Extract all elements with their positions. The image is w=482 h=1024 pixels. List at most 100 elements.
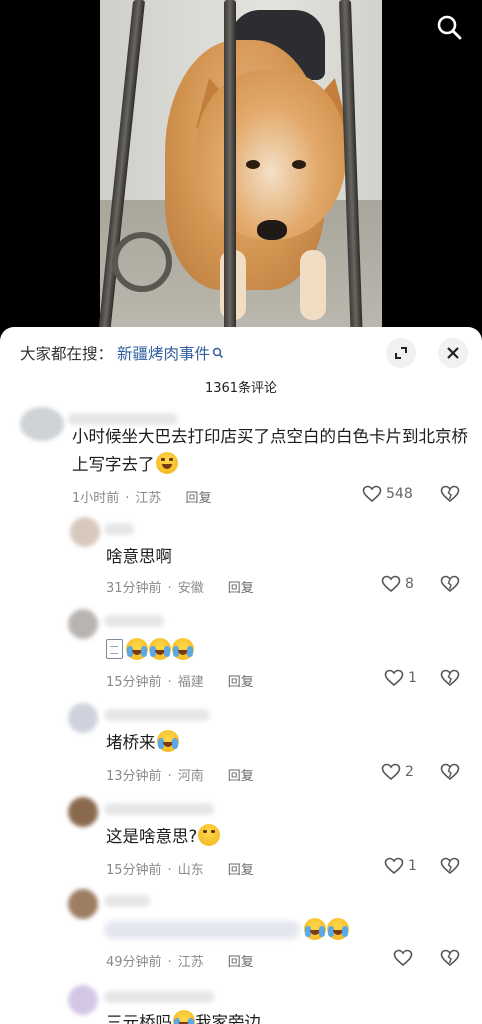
dog-leg-right [300,250,326,320]
comment-location: 安徽 [177,581,204,596]
comment-meta: 49分钟前 · 江苏 回复 [106,955,254,970]
crying-emoji [126,638,148,660]
expand-icon [395,347,407,359]
dislike-button[interactable] [440,949,460,971]
broken-heart-icon [440,575,460,593]
search-suggestion[interactable]: 大家都在搜： 新疆烤肉事件 [20,342,224,364]
avatar[interactable] [68,703,98,733]
like-button[interactable] [393,949,417,967]
comment-text [104,917,349,945]
crying-emoji [327,918,349,940]
grin-emoji [155,452,178,474]
comment-meta: 1小时前 · 江苏 回复 [72,491,212,506]
crying-emoji [149,638,171,660]
username[interactable] [104,709,210,721]
username[interactable] [104,615,164,627]
crying-emoji [156,730,179,752]
reply-button[interactable]: 回复 [228,581,254,596]
broken-heart-icon [440,857,460,875]
crying-emoji [173,1010,195,1024]
heart-icon [393,949,413,967]
blurred-text [104,921,300,939]
username[interactable] [104,991,214,1003]
comment-time: 15分钟前 [106,863,162,878]
document-icon [106,639,123,659]
fence-bar [224,0,236,345]
username[interactable] [104,523,134,535]
avatar[interactable] [20,407,64,441]
comment-meta: 15分钟前 · 山东 回复 [106,863,254,878]
like-count: 8 [405,576,414,592]
username[interactable] [104,803,214,815]
reply-button[interactable]: 回复 [228,955,254,970]
comment-text: 三元桥吗 我家旁边 [106,1009,261,1024]
like-button[interactable]: 1 [384,857,417,875]
search-small-icon [212,347,224,359]
comment-location: 江苏 [135,491,162,506]
reply-button[interactable]: 回复 [228,769,254,784]
search-suggestion-keyword[interactable]: 新疆烤肉事件 [117,342,210,364]
comment-text [106,637,194,665]
heart-icon [384,857,404,875]
heart-icon [362,485,382,503]
avatar[interactable] [70,517,100,547]
avatar[interactable] [68,797,98,827]
comment-sheet: 大家都在搜： 新疆烤肉事件 1361条评论 小时候坐大巴去打印店买了点空白的白色… [0,327,482,1024]
dog-head-image [196,70,346,240]
broken-heart-icon [440,949,460,967]
surprised-emoji [198,824,221,846]
like-button[interactable]: 8 [381,575,414,593]
reply-button[interactable]: 回复 [228,863,254,878]
broken-heart-icon [440,485,460,503]
comment-text: 堵桥来 [106,729,179,757]
broken-heart-icon [440,763,460,781]
heart-icon [381,575,401,593]
comment-time: 31分钟前 [106,581,162,596]
like-count: 548 [386,486,413,502]
video-player[interactable] [0,0,482,345]
fence-ring [112,232,172,292]
dog-nose [257,220,287,240]
close-icon [447,347,459,359]
dislike-button[interactable] [440,763,460,785]
comment-text: 这是啥意思? [106,823,221,851]
comment-location: 福建 [177,675,204,690]
comment-text: 小时候坐大巴去打印店买了点空白的白色卡片到北京桥上写字去了 [72,427,468,474]
comment-time: 13分钟前 [106,769,162,784]
search-button[interactable] [432,10,466,44]
dislike-button[interactable] [440,575,460,597]
comment-meta: 31分钟前 · 安徽 回复 [106,581,254,596]
reply-button[interactable]: 回复 [185,491,211,506]
dog-eye-left [246,160,260,169]
comment-time: 1小时前 [72,491,120,506]
comment-count: 1361条评论 [204,381,278,396]
broken-heart-icon [440,669,460,687]
dislike-button[interactable] [440,857,460,879]
avatar[interactable] [68,985,98,1015]
heart-icon [381,763,401,781]
comment-location: 山东 [177,863,204,878]
close-button[interactable] [438,338,468,368]
like-button[interactable]: 1 [384,669,417,687]
comment-location: 河南 [177,769,204,784]
comment-text: 啥意思啊 [106,547,172,566]
dislike-button[interactable] [440,669,460,691]
search-icon [437,15,462,40]
comment-meta: 15分钟前 · 福建 回复 [106,675,254,690]
like-button[interactable]: 548 [362,485,413,503]
heart-icon [384,669,404,687]
dog-eye-right [292,160,306,169]
avatar[interactable] [68,889,98,919]
reply-button[interactable]: 回复 [228,675,254,690]
expand-button[interactable] [386,338,416,368]
like-count: 2 [405,764,414,780]
search-suggestion-prefix: 大家都在搜： [20,345,114,363]
comment-meta: 13分钟前 · 河南 回复 [106,769,254,784]
dislike-button[interactable] [440,485,460,507]
like-button[interactable]: 2 [381,763,414,781]
avatar[interactable] [68,609,98,639]
comment-location: 江苏 [177,955,204,970]
like-count: 1 [408,670,417,686]
username[interactable] [104,895,150,907]
like-count: 1 [408,858,417,874]
